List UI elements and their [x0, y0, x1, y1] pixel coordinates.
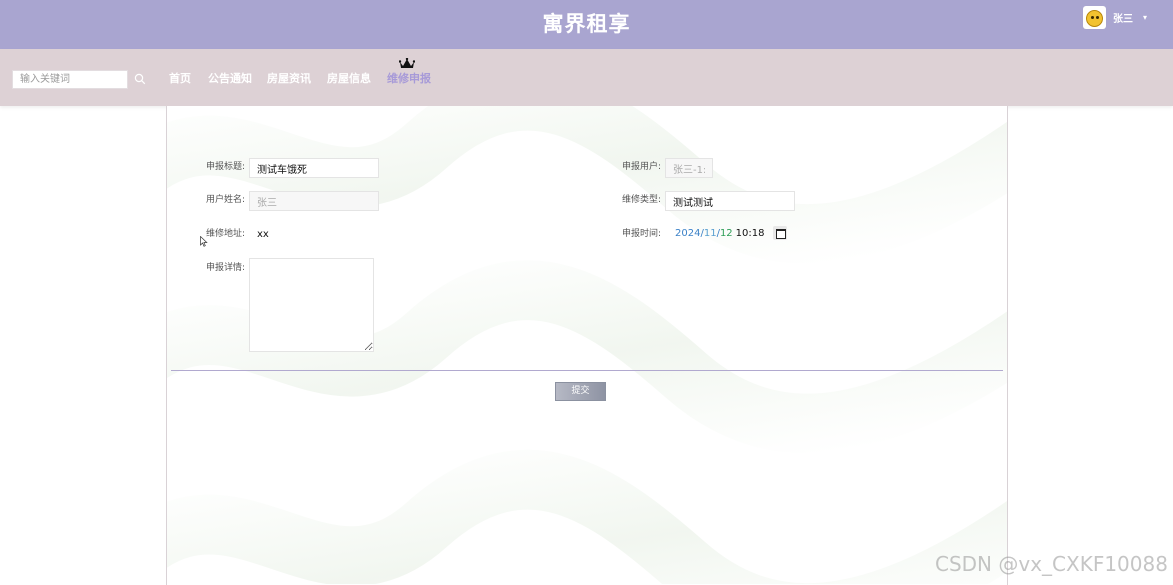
search-icon[interactable] [134, 73, 146, 85]
datetime-input[interactable]: 2024 / 11 / 12 10:18 [666, 224, 792, 242]
datetime-year[interactable]: 2024 [675, 228, 700, 239]
submit-button[interactable]: 提交 [555, 382, 606, 401]
datetime-clock[interactable]: 10:18 [736, 228, 765, 239]
search-input[interactable] [12, 70, 128, 89]
time-label: 申报时间: [622, 229, 662, 239]
nav-item-home[interactable]: 首页 [169, 70, 191, 86]
address-value: xx [257, 229, 269, 240]
top-header: 寓界租享 张三 ▾ [0, 0, 1173, 49]
username[interactable]: 张三 [1113, 10, 1133, 25]
site-title: 寓界租享 [542, 12, 631, 36]
reporter-input [665, 158, 713, 178]
datetime-month[interactable]: 11 [704, 228, 717, 239]
datetime-day[interactable]: 12 [720, 228, 733, 239]
nav-item-repair-report[interactable]: 维修申报 [387, 70, 431, 86]
detail-label: 申报详情: [206, 263, 246, 273]
nav-item-notices[interactable]: 公告通知 [208, 70, 252, 86]
user-menu[interactable]: 张三 ▾ [1083, 6, 1147, 29]
divider [171, 370, 1003, 371]
mouse-cursor-icon [200, 236, 208, 247]
avatar[interactable] [1083, 6, 1106, 29]
reporter-label: 申报用户: [622, 162, 662, 172]
navbar: 首页 公告通知 房屋资讯 房屋信息 维修申报 [0, 49, 1173, 106]
nav-item-house-news[interactable]: 房屋资讯 [267, 70, 311, 86]
address-label: 维修地址: [206, 229, 246, 239]
username-input [249, 191, 379, 211]
repair-type-input[interactable] [665, 191, 795, 211]
form-panel: 申报标题: 申报用户: 用户姓名: 维修类型: 维修地址: xx 申报时间: 2… [166, 106, 1008, 585]
calendar-icon[interactable] [772, 226, 787, 240]
chevron-down-icon[interactable]: ▾ [1143, 13, 1147, 22]
title-label: 申报标题: [206, 162, 246, 172]
repair-type-label: 维修类型: [622, 195, 662, 205]
detail-textarea[interactable] [249, 258, 374, 352]
watermark: CSDN @vx_CXKF10088 [935, 552, 1168, 576]
nav-item-house-info[interactable]: 房屋信息 [327, 70, 371, 86]
title-input[interactable] [249, 158, 379, 178]
crown-icon [399, 58, 415, 68]
username-label: 用户姓名: [206, 195, 246, 205]
